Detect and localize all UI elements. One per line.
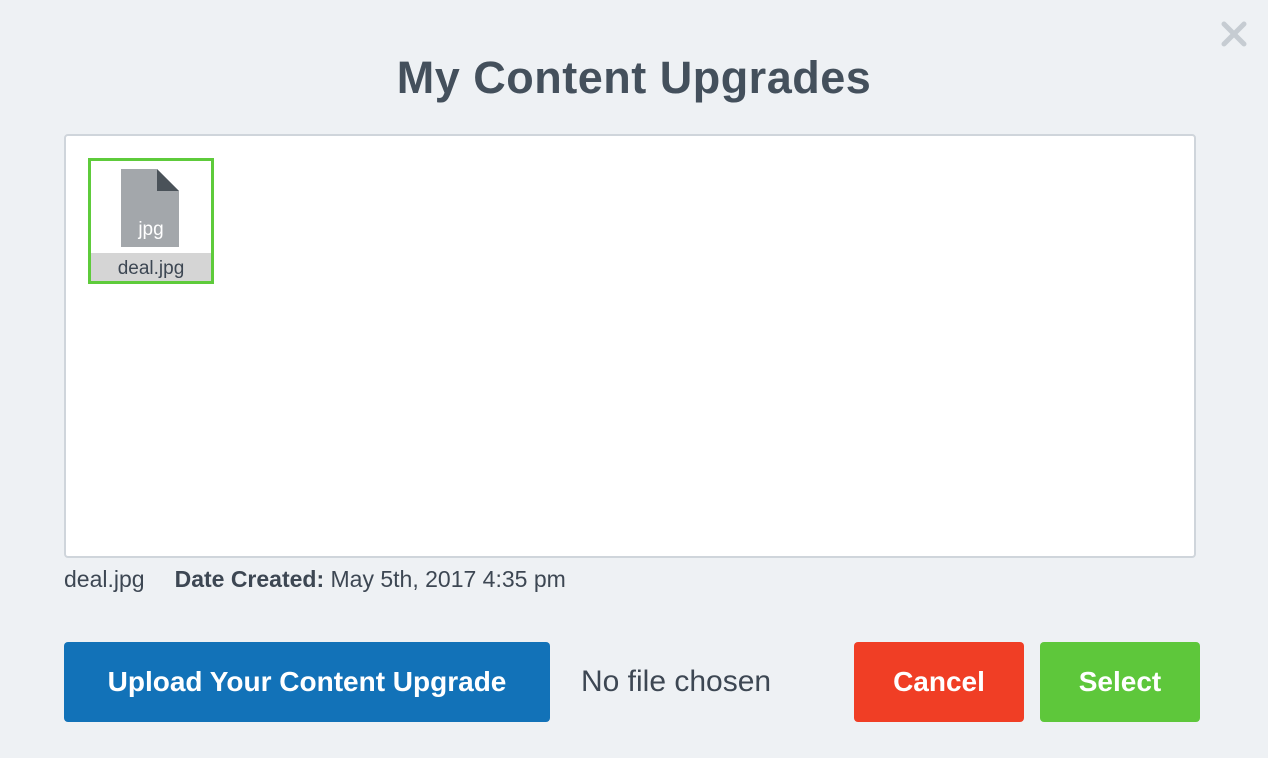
selected-file-info: deal.jpg Date Created: May 5th, 2017 4:35… — [64, 566, 566, 593]
close-button[interactable] — [1218, 18, 1250, 50]
file-tile-selected[interactable]: jpg deal.jpg — [88, 158, 214, 284]
file-tile-name: deal.jpg — [91, 253, 211, 281]
no-file-chosen-text: No file chosen — [581, 665, 772, 698]
file-browser-panel: jpg deal.jpg — [64, 134, 1196, 558]
cancel-button[interactable]: Cancel — [854, 642, 1024, 722]
dialog-title: My Content Upgrades — [396, 52, 872, 103]
date-created-value: May 5th, 2017 4:35 pm — [330, 566, 566, 592]
file-extension-label: jpg — [138, 219, 164, 240]
upload-button[interactable]: Upload Your Content Upgrade — [64, 642, 550, 722]
selected-file-name: deal.jpg — [64, 566, 145, 592]
select-button[interactable]: Select — [1040, 642, 1200, 722]
close-icon — [1221, 21, 1247, 47]
date-created-label: Date Created: — [174, 566, 325, 592]
